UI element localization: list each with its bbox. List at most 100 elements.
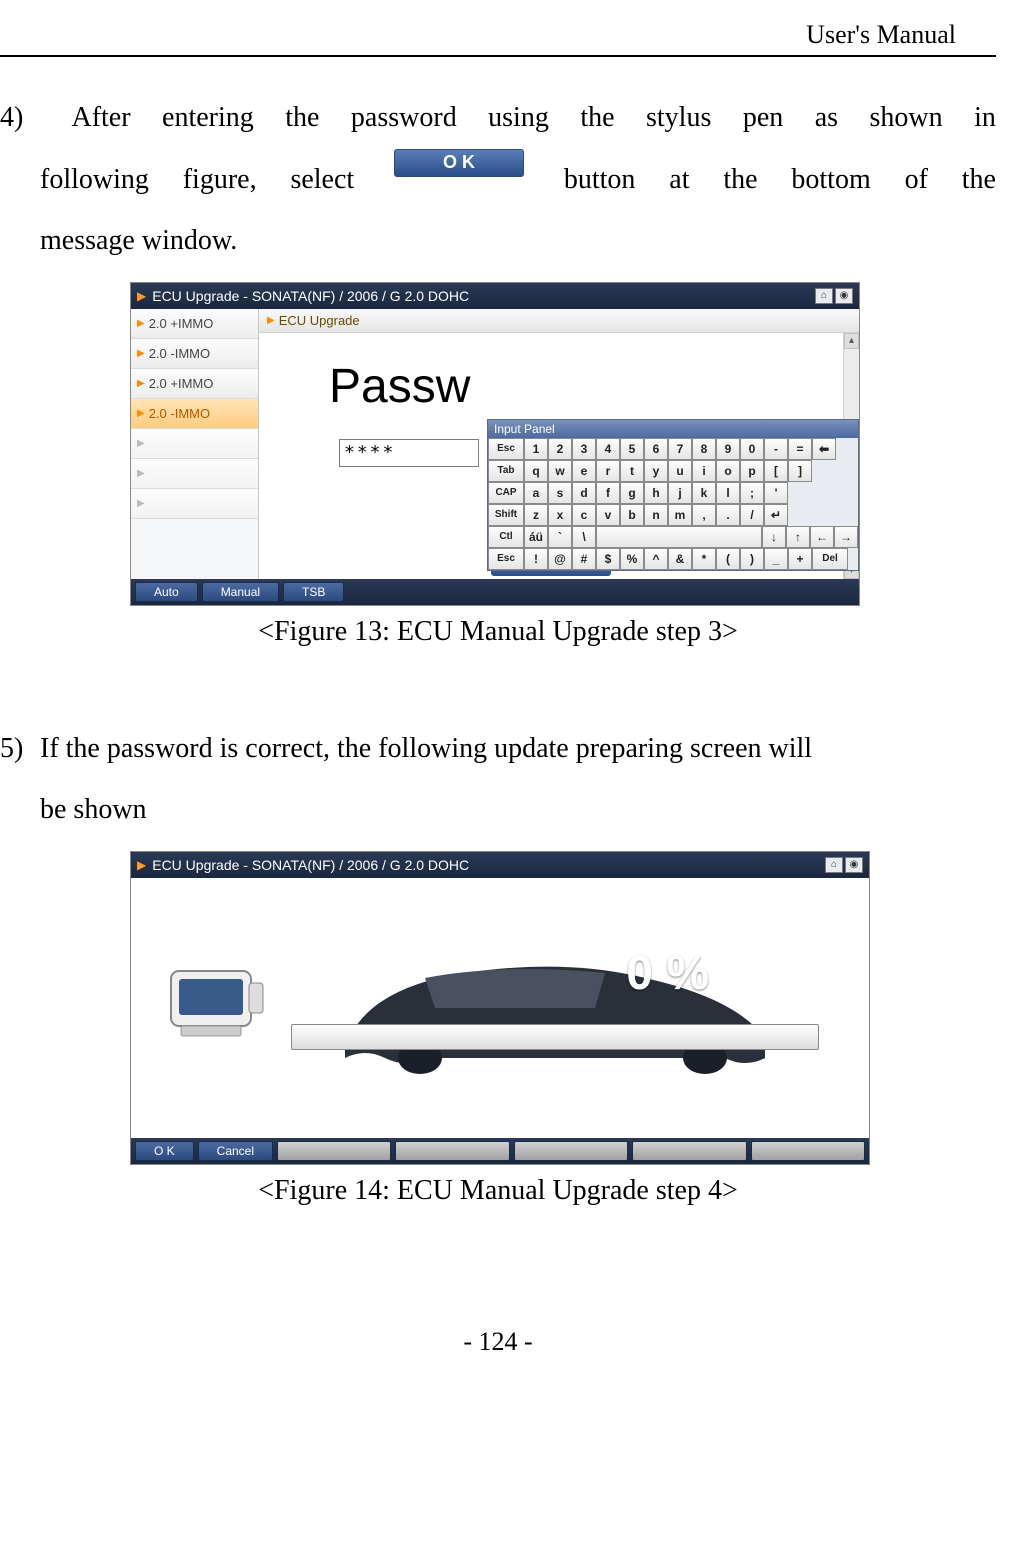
key-esc[interactable]: Esc (488, 438, 524, 460)
key[interactable]: f (596, 482, 620, 504)
sidebar-item[interactable]: ▶2.0 -IMMO (131, 339, 258, 369)
key[interactable]: ( (716, 548, 740, 570)
step4-num: 4) (0, 87, 40, 149)
scroll-up-icon[interactable]: ▴ (844, 333, 859, 349)
key-left[interactable]: ← (810, 526, 834, 548)
bottom-ok-button[interactable]: O K (135, 1141, 194, 1161)
key[interactable]: q (524, 460, 548, 482)
key[interactable]: ! (524, 548, 548, 570)
key[interactable]: ; (740, 482, 764, 504)
key-caps[interactable]: CAP (488, 482, 524, 504)
camera-icon[interactable]: ◉ (845, 857, 863, 873)
home-icon[interactable]: ⌂ (815, 288, 833, 304)
key[interactable]: z (524, 504, 548, 526)
key[interactable]: g (620, 482, 644, 504)
key-backspace[interactable]: ⬅ (812, 438, 836, 460)
key[interactable]: d (572, 482, 596, 504)
key[interactable]: ^ (644, 548, 668, 570)
key[interactable]: @ (548, 548, 572, 570)
key-space[interactable] (596, 526, 762, 548)
key[interactable]: 5 (620, 438, 644, 460)
key[interactable]: a (524, 482, 548, 504)
key[interactable]: 7 (668, 438, 692, 460)
sidebar-item[interactable]: ▶2.0 +IMMO (131, 309, 258, 339)
key[interactable]: = (788, 438, 812, 460)
key[interactable]: i (692, 460, 716, 482)
key-intl[interactable]: áü (524, 526, 548, 548)
password-input[interactable]: **** (339, 439, 479, 467)
key[interactable]: h (644, 482, 668, 504)
key[interactable]: $ (596, 548, 620, 570)
key[interactable]: c (572, 504, 596, 526)
bottom-cancel-button[interactable]: Cancel (198, 1141, 273, 1161)
key[interactable]: x (548, 504, 572, 526)
key[interactable]: n (644, 504, 668, 526)
key[interactable]: r (596, 460, 620, 482)
key[interactable]: [ (764, 460, 788, 482)
sidebar-item[interactable]: ▶2.0 +IMMO (131, 369, 258, 399)
key[interactable]: l (716, 482, 740, 504)
key[interactable]: . (716, 504, 740, 526)
key[interactable]: p (740, 460, 764, 482)
key[interactable]: \ (572, 526, 596, 548)
key[interactable]: # (572, 548, 596, 570)
home-icon[interactable]: ⌂ (825, 857, 843, 873)
key[interactable]: & (668, 548, 692, 570)
key-up[interactable]: ↑ (786, 526, 810, 548)
key[interactable]: 1 (524, 438, 548, 460)
key[interactable]: 0 (740, 438, 764, 460)
key-ctl[interactable]: Ctl (488, 526, 524, 548)
key[interactable]: j (668, 482, 692, 504)
key-tab[interactable]: Tab (488, 460, 524, 482)
key[interactable]: m (668, 504, 692, 526)
key[interactable]: , (692, 504, 716, 526)
key[interactable]: 8 (692, 438, 716, 460)
key[interactable]: 9 (716, 438, 740, 460)
key[interactable]: y (644, 460, 668, 482)
figure-14-caption: <Figure 14: ECU Manual Upgrade step 4> (0, 1175, 996, 1207)
key[interactable]: 6 (644, 438, 668, 460)
key-esc[interactable]: Esc (488, 548, 524, 570)
bottom-manual-button[interactable]: Manual (202, 582, 279, 602)
bottom-tsb-button[interactable]: TSB (283, 582, 344, 602)
key[interactable]: k (692, 482, 716, 504)
key-del[interactable]: Del (812, 548, 848, 570)
fig1-main-head: ▶ECU Upgrade (259, 309, 859, 333)
key-right[interactable]: → (834, 526, 858, 548)
camera-icon[interactable]: ◉ (835, 288, 853, 304)
sidebar-item-selected[interactable]: ▶2.0 -IMMO (131, 399, 258, 429)
key[interactable]: - (764, 438, 788, 460)
key[interactable]: s (548, 482, 572, 504)
key-shift[interactable]: Shift (488, 504, 524, 526)
key[interactable]: / (740, 504, 764, 526)
fig1-titlebar: ▶ ECU Upgrade - SONATA(NF) / 2006 / G 2.… (131, 283, 859, 309)
step5-line2: be shown (0, 779, 996, 841)
key[interactable]: ] (788, 460, 812, 482)
key[interactable]: ) (740, 548, 764, 570)
key[interactable]: e (572, 460, 596, 482)
key[interactable]: + (788, 548, 812, 570)
fig2-bottombar: O K Cancel (131, 1138, 869, 1164)
key[interactable]: 2 (548, 438, 572, 460)
key[interactable]: w (548, 460, 572, 482)
key[interactable]: 4 (596, 438, 620, 460)
key-down[interactable]: ↓ (762, 526, 786, 548)
key[interactable]: % (620, 548, 644, 570)
figure-13-caption: <Figure 13: ECU Manual Upgrade step 3> (0, 616, 996, 648)
bottom-auto-button[interactable]: Auto (135, 582, 198, 602)
key[interactable]: v (596, 504, 620, 526)
fig2-body: 0 % (131, 878, 869, 1138)
progress-bar (291, 1024, 819, 1050)
key[interactable]: 3 (572, 438, 596, 460)
key[interactable]: o (716, 460, 740, 482)
step-4: 4) After entering the password using the… (0, 87, 996, 272)
key-enter[interactable]: ↵ (764, 504, 788, 526)
key[interactable]: * (692, 548, 716, 570)
key[interactable]: u (668, 460, 692, 482)
key[interactable]: ` (548, 526, 572, 548)
key[interactable]: ' (764, 482, 788, 504)
inline-ok-button[interactable]: O K (394, 149, 524, 177)
key[interactable]: t (620, 460, 644, 482)
key[interactable]: b (620, 504, 644, 526)
key[interactable]: _ (764, 548, 788, 570)
